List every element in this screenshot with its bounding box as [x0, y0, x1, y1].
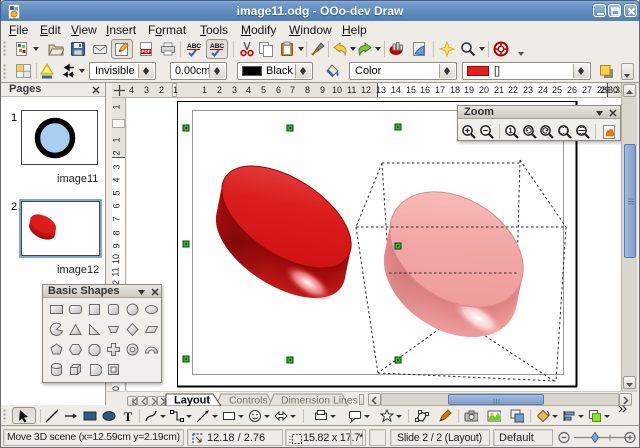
- svg-text:ABC: ABC: [210, 43, 224, 50]
- svg-text:ABC: ABC: [187, 43, 201, 50]
- svg-text:1: 1: [508, 126, 512, 135]
- svg-text:Dimension Lines: Dimension Lines: [281, 396, 358, 407]
- svg-text:Controls: Controls: [229, 396, 268, 407]
- svg-text:PDF: PDF: [141, 49, 150, 54]
- svg-text:Layout: Layout: [174, 395, 210, 407]
- svg-text:T: T: [124, 409, 133, 423]
